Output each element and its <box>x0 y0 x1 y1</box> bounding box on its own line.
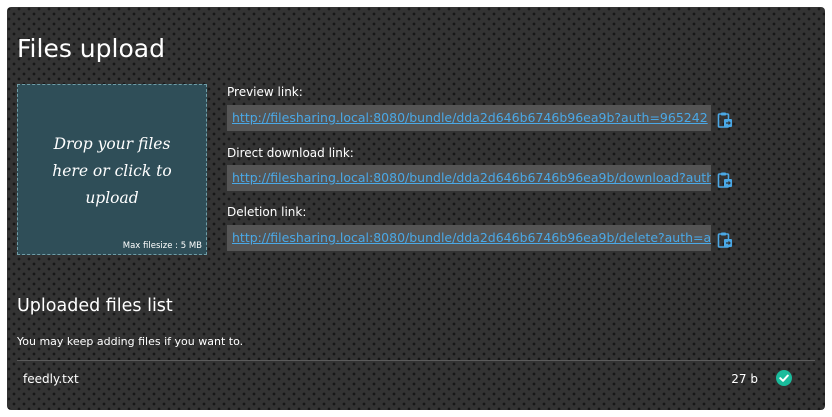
max-filesize-label: Max filesize : 5 MB <box>122 241 202 251</box>
file-name: feedly.txt <box>23 372 79 386</box>
dropzone-prompt: Drop your files here or click to upload <box>52 135 172 207</box>
file-row: feedly.txt 27 b <box>17 366 815 394</box>
uploaded-files-title: Uploaded files list <box>17 296 173 316</box>
copy-preview-link-icon[interactable] <box>716 111 734 129</box>
download-link-box: http://filesharing.local:8080/bundle/dda… <box>227 165 711 191</box>
preview-link-label: Preview link: <box>227 85 303 99</box>
deletion-link-label: Deletion link: <box>227 205 307 219</box>
copy-download-link-icon[interactable] <box>716 171 734 189</box>
uploaded-files-hint: You may keep adding files if you want to… <box>17 335 244 348</box>
file-dropzone[interactable]: Drop your files here or click to upload … <box>17 84 207 255</box>
deletion-link-box: http://filesharing.local:8080/bundle/dda… <box>227 225 711 251</box>
file-size: 27 b <box>731 372 758 386</box>
copy-deletion-link-icon[interactable] <box>716 231 734 249</box>
download-link-label: Direct download link: <box>227 146 354 160</box>
preview-link-box: http://filesharing.local:8080/bundle/dda… <box>227 105 711 131</box>
preview-link[interactable]: http://filesharing.local:8080/bundle/dda… <box>232 110 708 125</box>
divider <box>17 360 815 361</box>
upload-panel: Files upload Drop your files here or cli… <box>7 7 825 410</box>
deletion-link[interactable]: http://filesharing.local:8080/bundle/dda… <box>232 230 711 245</box>
download-link[interactable]: http://filesharing.local:8080/bundle/dda… <box>232 170 711 185</box>
check-circle-icon <box>776 370 792 386</box>
page-title: Files upload <box>17 34 165 63</box>
